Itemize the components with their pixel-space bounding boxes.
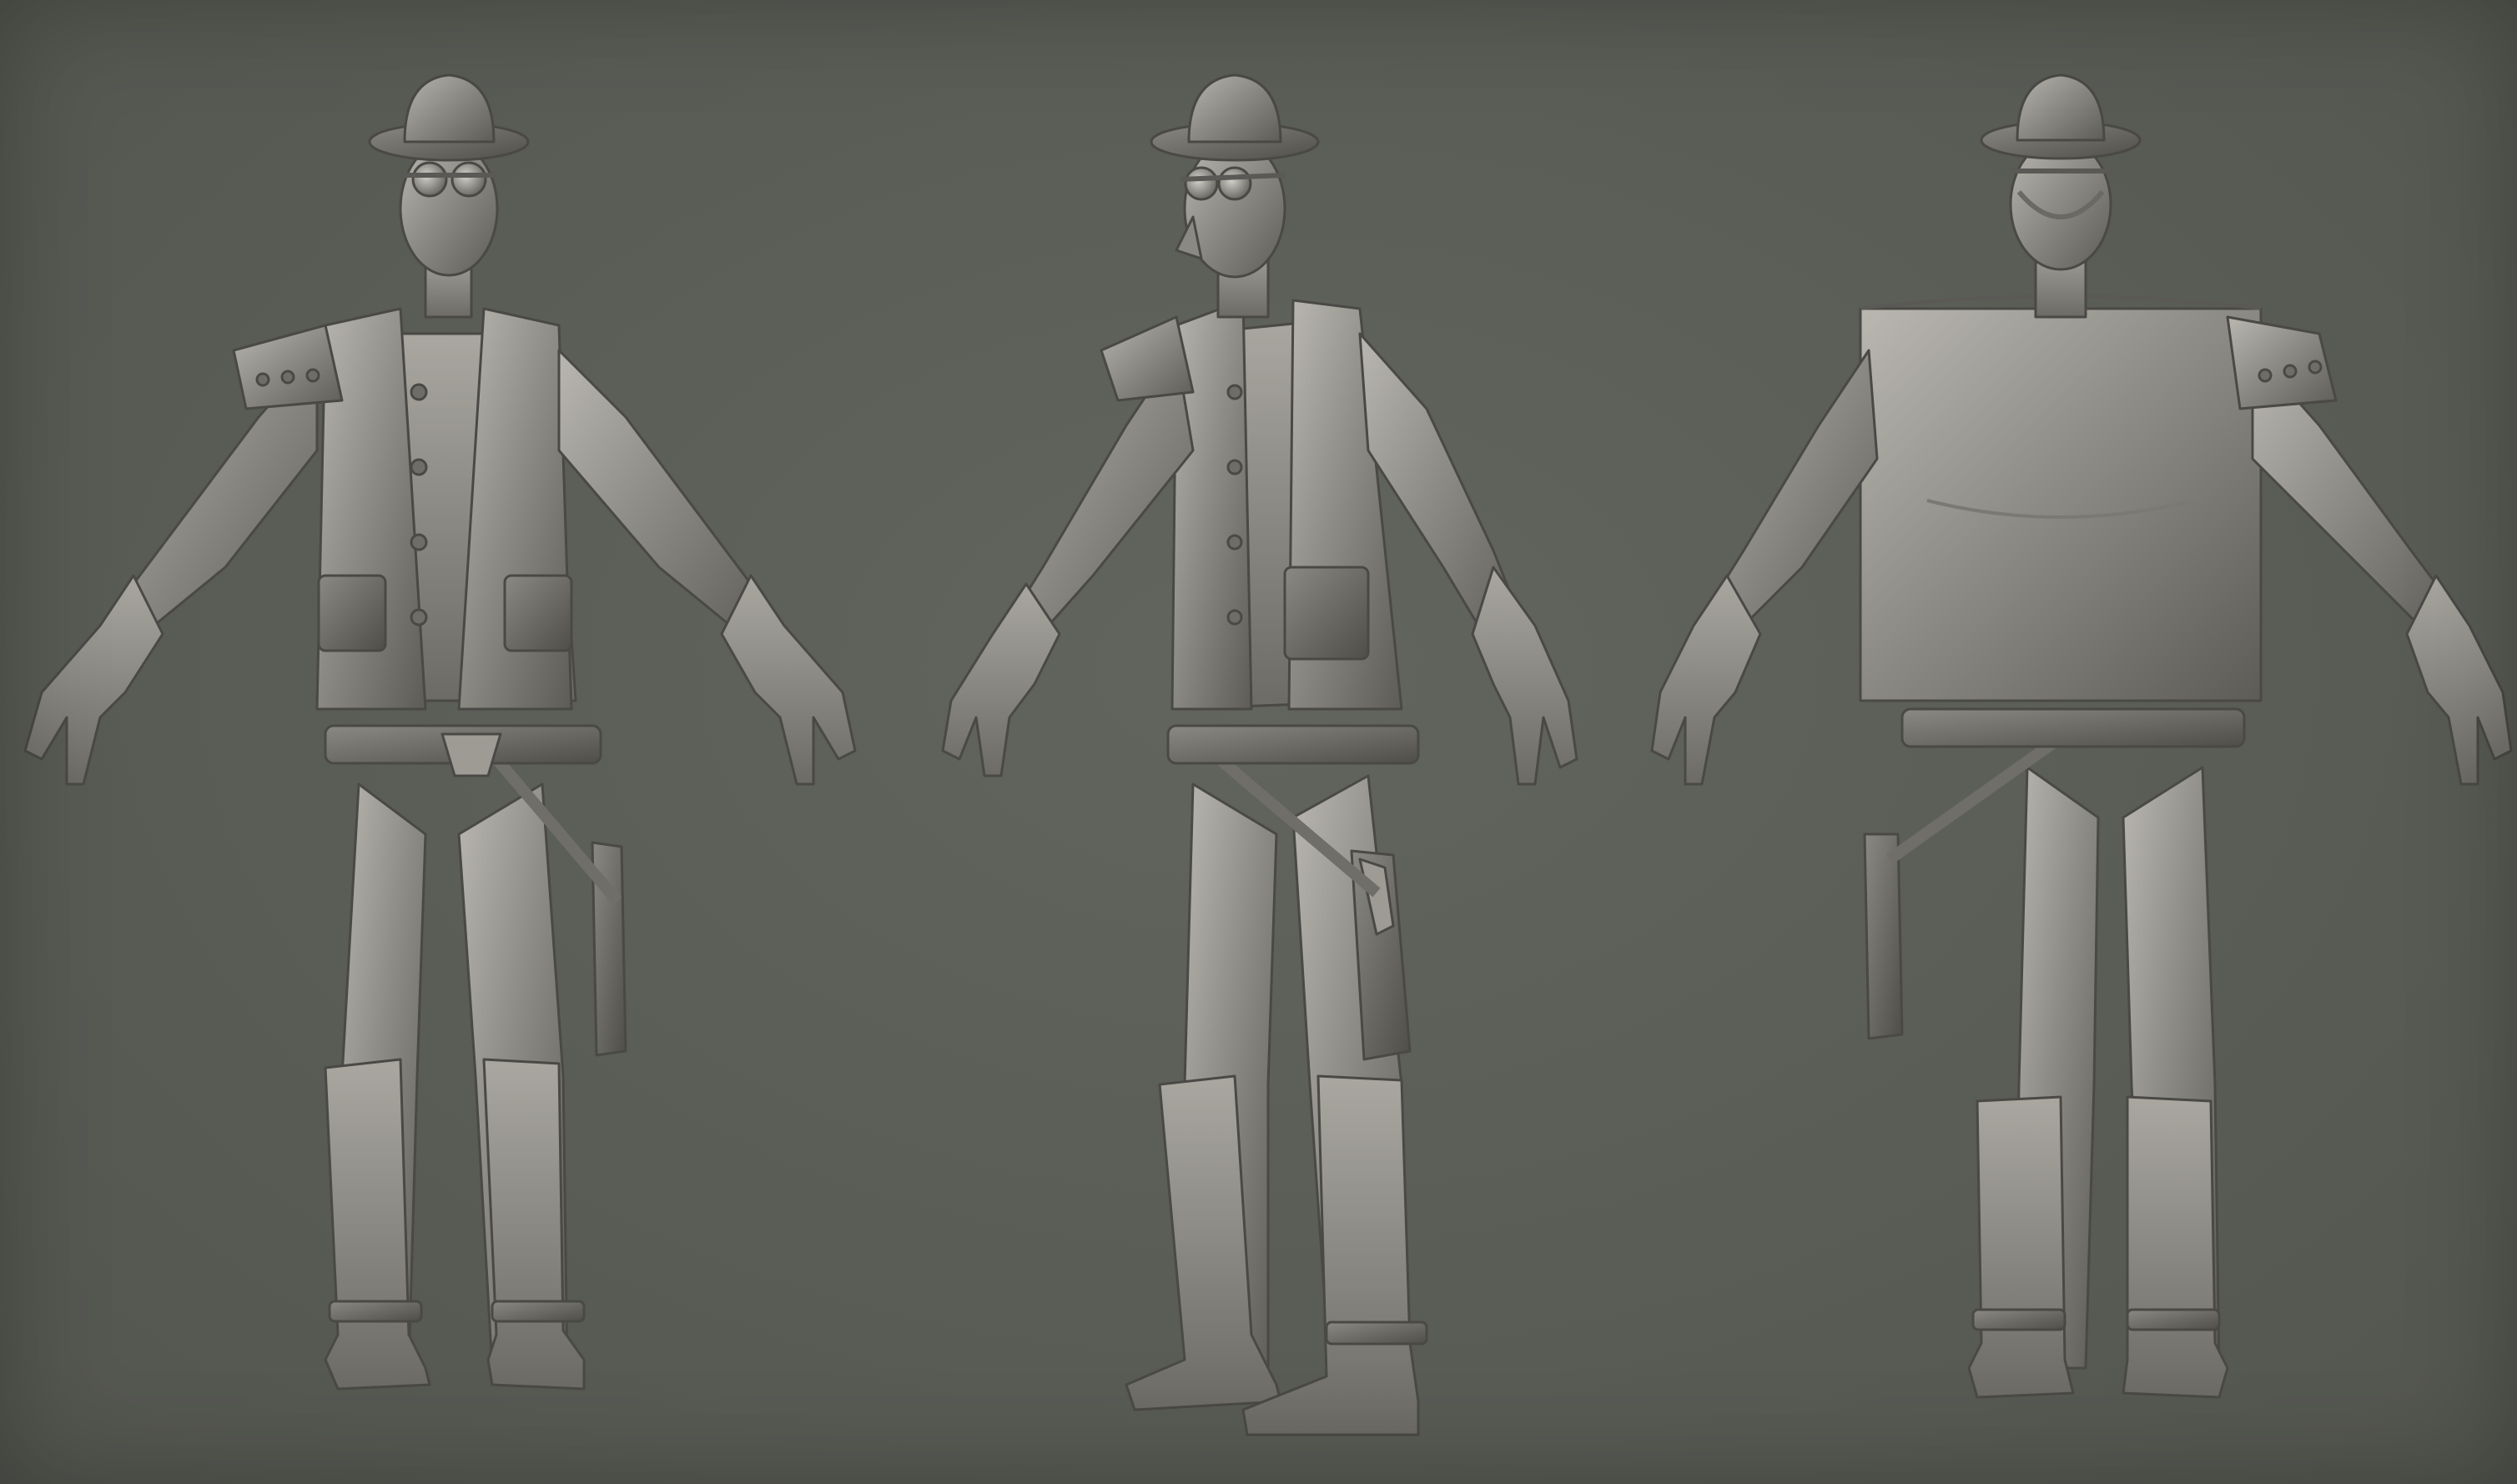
render-viewport (0, 0, 2517, 1484)
character-back-view (1650, 73, 2513, 1399)
character-front-view (23, 73, 857, 1391)
character-three-quarter-view (941, 73, 1578, 1436)
